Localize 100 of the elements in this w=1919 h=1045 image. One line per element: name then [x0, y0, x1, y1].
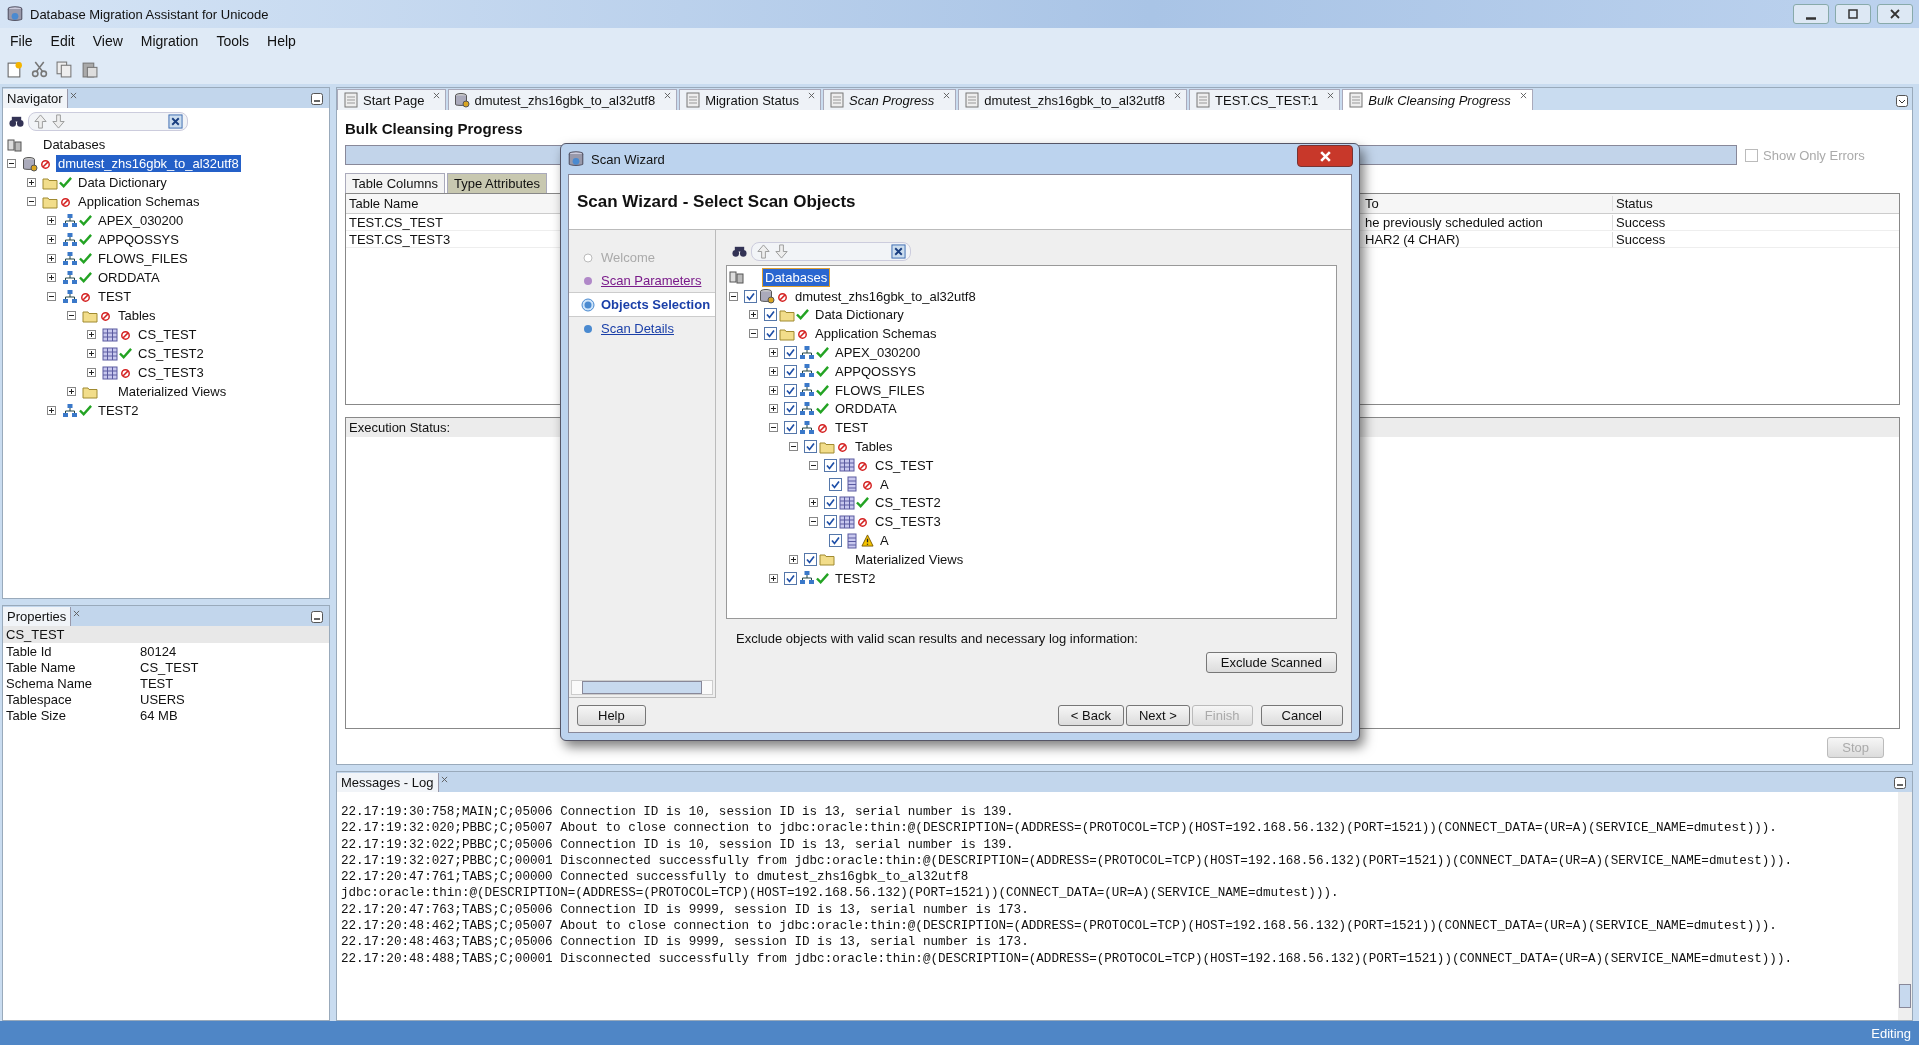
- panel-tab[interactable]: Properties: [3, 607, 72, 626]
- expand-icon[interactable]: [47, 406, 56, 415]
- menu-item[interactable]: Help: [267, 33, 296, 49]
- tree-item[interactable]: Application Schemas: [813, 325, 939, 343]
- exclude-scanned-button[interactable]: Exclude Scanned: [1205, 652, 1337, 673]
- expand-icon[interactable]: [87, 349, 96, 358]
- close-icon[interactable]: [943, 92, 951, 99]
- expand-icon[interactable]: [47, 273, 56, 282]
- dropdown-icon[interactable]: [1896, 95, 1908, 107]
- tree-item[interactable]: CS_TEST3: [873, 513, 943, 531]
- clear-icon[interactable]: [891, 244, 906, 259]
- editor-tab[interactable]: Bulk Cleansing Progress: [1342, 89, 1533, 110]
- tree-item[interactable]: TEST: [96, 288, 134, 305]
- tab[interactable]: Type Attributes: [447, 173, 547, 193]
- checkbox[interactable]: [784, 402, 797, 416]
- tree-item[interactable]: Application Schemas: [76, 193, 202, 210]
- tree-item[interactable]: TEST2: [833, 569, 878, 587]
- checkbox[interactable]: [804, 440, 817, 454]
- close-icon[interactable]: [664, 92, 672, 99]
- tree-item[interactable]: Materialized Views: [116, 383, 229, 400]
- menu-item[interactable]: Edit: [50, 33, 75, 49]
- expand-icon[interactable]: [749, 310, 758, 320]
- expand-icon[interactable]: [47, 235, 56, 244]
- expand-icon[interactable]: [809, 498, 818, 508]
- wizard-step[interactable]: Scan Details: [601, 321, 674, 336]
- close-icon[interactable]: [433, 92, 441, 99]
- collapse-icon[interactable]: [27, 197, 36, 206]
- editor-tab[interactable]: Migration Status: [679, 89, 822, 110]
- expand-icon[interactable]: [47, 216, 56, 225]
- expand-icon[interactable]: [769, 385, 778, 395]
- checkbox[interactable]: [829, 477, 842, 491]
- expand-icon[interactable]: [87, 330, 96, 339]
- editor-tab[interactable]: Scan Progress: [823, 89, 957, 110]
- collapse-icon[interactable]: [809, 517, 818, 527]
- tree-item[interactable]: Tables: [116, 307, 158, 324]
- paste-icon[interactable]: [81, 60, 98, 78]
- tree-item[interactable]: APEX_030200: [96, 212, 186, 229]
- tree-item[interactable]: Materialized Views: [853, 550, 966, 568]
- tree-item[interactable]: dmutest_zhs16gbk_to_al32utf8: [56, 155, 241, 172]
- tree-item[interactable]: CS_TEST2: [873, 494, 943, 512]
- tree-item[interactable]: ORDDATA: [96, 269, 162, 286]
- expand-icon[interactable]: [789, 554, 798, 564]
- tab[interactable]: Table Columns: [345, 173, 445, 193]
- collapse-icon[interactable]: [769, 423, 778, 433]
- expand-icon[interactable]: [87, 368, 96, 377]
- checkbox[interactable]: [829, 534, 842, 548]
- checkbox[interactable]: [764, 327, 777, 341]
- close-icon[interactable]: [808, 92, 816, 99]
- wizard-button[interactable]: Next >: [1125, 704, 1190, 726]
- minimize-icon[interactable]: [311, 93, 323, 105]
- editor-tab[interactable]: dmutest_zhs16gbk_to_al32utf8: [448, 89, 678, 110]
- cancel-button[interactable]: Cancel: [1260, 704, 1343, 726]
- expand-icon[interactable]: [769, 404, 778, 414]
- editor-tab[interactable]: TEST.CS_TEST:1: [1189, 89, 1341, 110]
- tree-item[interactable]: A: [878, 475, 891, 493]
- tree-item[interactable]: CS_TEST2: [136, 345, 206, 362]
- tree-item[interactable]: TEST2: [96, 402, 141, 419]
- close-button[interactable]: [1877, 4, 1913, 24]
- editor-tab[interactable]: dmutest_zhs16gbk_to_al32utf8: [958, 89, 1187, 110]
- checkbox[interactable]: [784, 571, 797, 585]
- tree-item[interactable]: CS_TEST3: [136, 364, 206, 381]
- scrollbar[interactable]: [571, 680, 713, 695]
- checkbox[interactable]: [744, 289, 757, 303]
- maximize-button[interactable]: [1835, 4, 1871, 24]
- collapse-icon[interactable]: [729, 291, 738, 301]
- collapse-icon[interactable]: [67, 311, 76, 320]
- collapse-icon[interactable]: [7, 159, 16, 168]
- collapse-icon[interactable]: [47, 292, 56, 301]
- clear-icon[interactable]: [168, 114, 183, 129]
- checkbox[interactable]: [824, 458, 837, 472]
- binoculars-icon[interactable]: [9, 114, 24, 129]
- panel-tab[interactable]: Messages - Log: [337, 773, 439, 792]
- tree-item[interactable]: APEX_030200: [833, 344, 923, 362]
- scrollbar[interactable]: [1898, 792, 1912, 1020]
- tree-item[interactable]: FLOWS_FILES: [96, 250, 190, 267]
- close-icon[interactable]: [1327, 92, 1335, 99]
- checkbox[interactable]: [784, 421, 797, 435]
- tree-item[interactable]: FLOWS_FILES: [833, 381, 927, 399]
- collapse-icon[interactable]: [809, 460, 818, 470]
- checkbox[interactable]: [824, 515, 837, 529]
- expand-icon[interactable]: [769, 348, 778, 358]
- close-icon[interactable]: [1519, 92, 1527, 99]
- cut-icon[interactable]: [31, 60, 48, 78]
- checkbox[interactable]: [824, 496, 837, 510]
- collapse-icon[interactable]: [749, 329, 758, 339]
- expand-icon[interactable]: [27, 178, 36, 187]
- expand-icon[interactable]: [67, 387, 76, 396]
- minimize-icon[interactable]: [1894, 777, 1906, 789]
- expand-icon[interactable]: [769, 573, 778, 583]
- collapse-icon[interactable]: [789, 442, 798, 452]
- checkbox[interactable]: [804, 552, 817, 566]
- tree-item[interactable]: Databases: [763, 268, 830, 286]
- tree-item[interactable]: CS_TEST: [873, 456, 936, 474]
- editor-tab[interactable]: Start Page: [337, 89, 447, 110]
- checkbox[interactable]: [784, 364, 797, 378]
- tree-item[interactable]: TEST: [833, 419, 871, 437]
- checkbox[interactable]: [784, 383, 797, 397]
- close-icon[interactable]: [73, 610, 81, 617]
- tree-item[interactable]: Tables: [853, 438, 895, 456]
- tree-item[interactable]: APPQOSSYS: [96, 231, 181, 248]
